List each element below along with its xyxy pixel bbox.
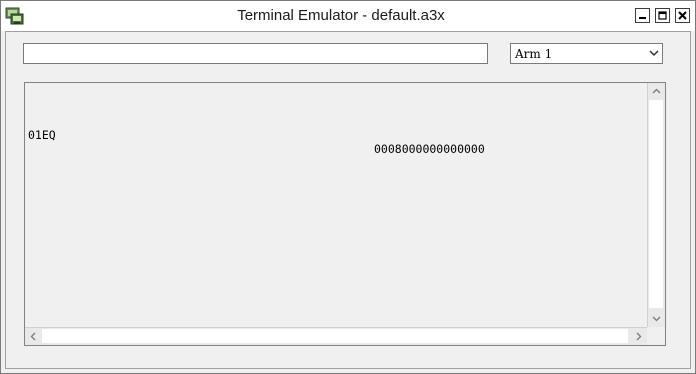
horizontal-scrollbar[interactable] bbox=[25, 327, 647, 345]
window-title: Terminal Emulator - default.a3x bbox=[237, 7, 445, 24]
horizontal-scroll-track[interactable] bbox=[42, 329, 628, 343]
maximize-icon bbox=[658, 11, 667, 20]
command-input[interactable] bbox=[23, 43, 488, 64]
scroll-left-button[interactable] bbox=[25, 328, 42, 345]
vertical-scrollbar[interactable] bbox=[647, 83, 665, 327]
chevron-up-icon bbox=[652, 88, 661, 94]
terminal-line-label: 01EQ bbox=[28, 128, 56, 142]
chevron-left-icon bbox=[30, 332, 36, 341]
vertical-scroll-track[interactable] bbox=[649, 100, 663, 308]
chevron-right-icon bbox=[636, 332, 642, 341]
close-button[interactable] bbox=[675, 8, 690, 23]
minimize-icon bbox=[639, 17, 646, 19]
scroll-down-button[interactable] bbox=[648, 310, 665, 327]
client-area: Arm 1 01EQ 0008000000000000 bbox=[5, 31, 691, 369]
scrollbar-corner bbox=[648, 328, 665, 345]
terminal-line-value: 0008000000000000 bbox=[374, 142, 485, 156]
chevron-down-icon bbox=[649, 50, 659, 57]
scroll-up-button[interactable] bbox=[648, 83, 665, 100]
terminal-text: 01EQ 0008000000000000 bbox=[28, 86, 485, 157]
terminal-emulator-window: Terminal Emulator - default.a3x Arm 1 01… bbox=[0, 0, 696, 374]
terminal-line: 01EQ 0008000000000000 bbox=[28, 114, 485, 156]
maximize-button[interactable] bbox=[655, 8, 670, 23]
device-select[interactable]: Arm 1 bbox=[510, 43, 663, 64]
chevron-down-icon bbox=[652, 316, 661, 322]
minimize-button[interactable] bbox=[635, 8, 650, 23]
title-bar[interactable]: Terminal Emulator - default.a3x bbox=[1, 1, 695, 31]
close-icon bbox=[678, 11, 687, 20]
device-select-value: Arm 1 bbox=[515, 47, 553, 61]
scroll-right-button[interactable] bbox=[630, 328, 647, 345]
terminal-output[interactable]: 01EQ 0008000000000000 bbox=[24, 82, 666, 346]
